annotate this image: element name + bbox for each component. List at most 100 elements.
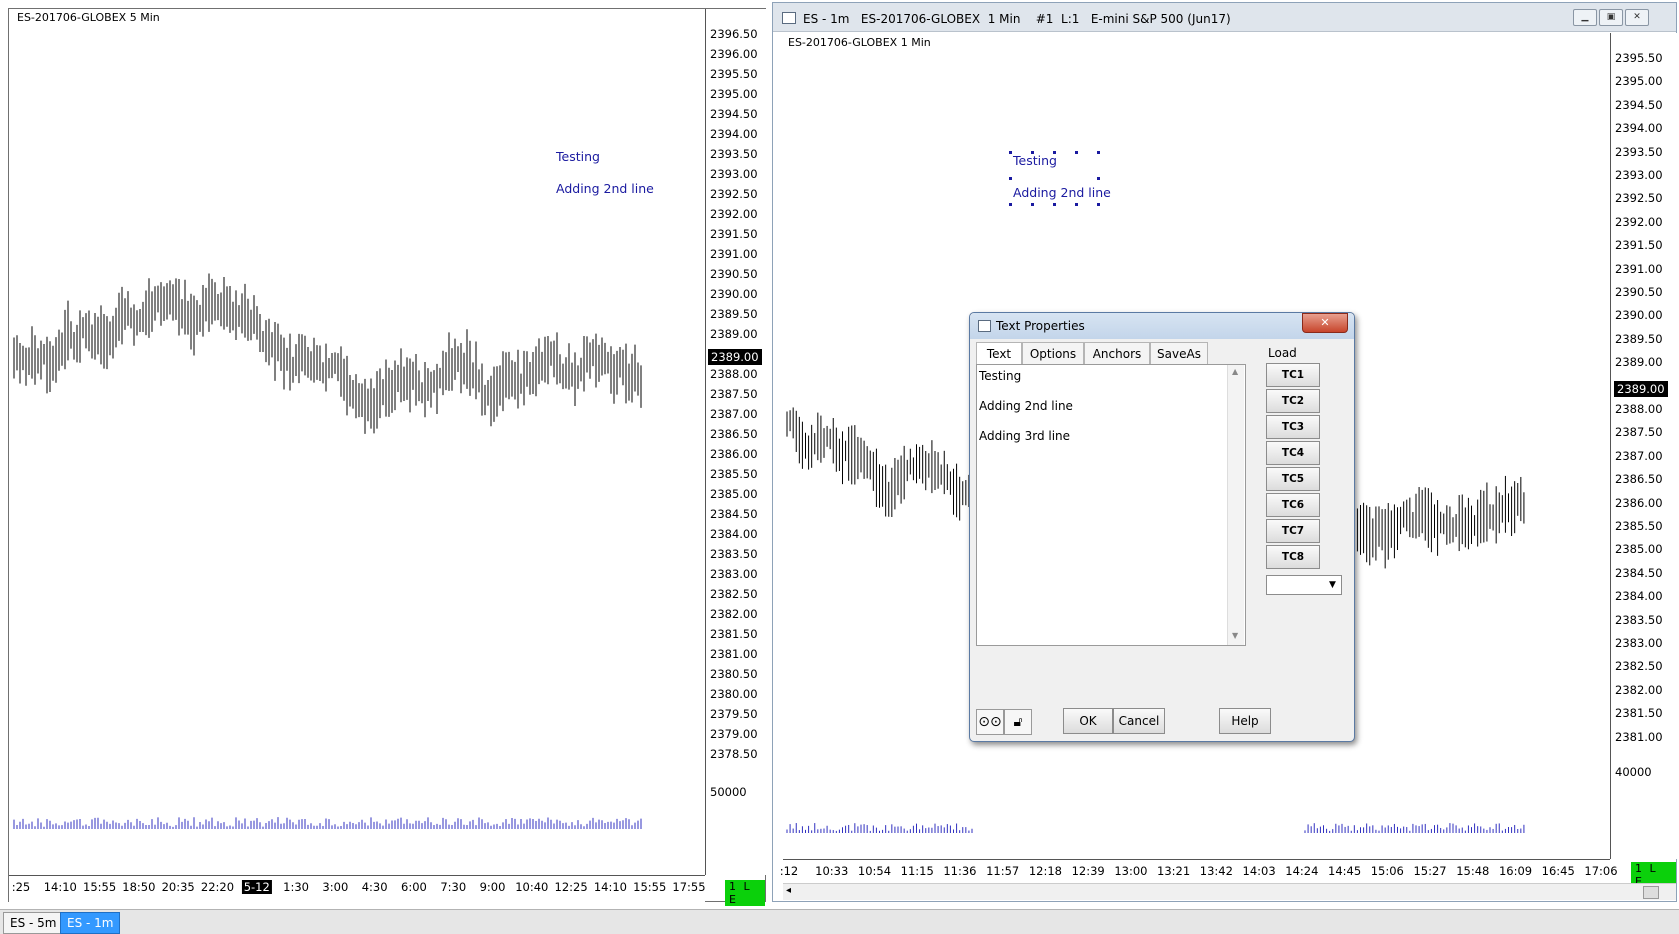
left-chart-title: ES-201706-GLOBEX 5 Min bbox=[17, 11, 160, 24]
cancel-button[interactable]: Cancel bbox=[1113, 708, 1165, 734]
tab-anchors[interactable]: Anchors bbox=[1084, 342, 1150, 366]
time-tick-label: 9:00 bbox=[479, 880, 506, 894]
left-text-line-1[interactable]: Testing bbox=[556, 149, 600, 164]
price-tick-label: 2383.50 bbox=[1615, 612, 1663, 627]
tc3-button[interactable]: TC3 bbox=[1266, 415, 1320, 439]
price-tick-label: 2393.00 bbox=[710, 167, 758, 181]
scroll-left-icon[interactable]: ◂ bbox=[786, 885, 791, 896]
price-tick-label: 2382.50 bbox=[1615, 659, 1663, 674]
time-tick-label: 13:00 bbox=[1114, 864, 1148, 878]
time-tick-label: 4:30 bbox=[361, 880, 388, 894]
price-tick-label: 2391.00 bbox=[1615, 261, 1663, 276]
price-tick-label: 2390.50 bbox=[710, 267, 758, 281]
dialog-close-icon[interactable]: ✕ bbox=[1302, 313, 1348, 333]
price-tick-label: 2385.00 bbox=[710, 487, 758, 501]
time-tick-label: 10:33 bbox=[815, 864, 849, 878]
price-tick-label: 2381.50 bbox=[1615, 706, 1663, 721]
help-button[interactable]: Help bbox=[1219, 708, 1271, 734]
price-tick-label: 2379.50 bbox=[710, 707, 758, 721]
time-tick-label: 6:00 bbox=[401, 880, 427, 894]
unlock-icon[interactable]: 🔓︎ bbox=[1004, 709, 1032, 735]
price-tick-label: 2393.50 bbox=[710, 147, 758, 161]
price-tick-label: 2378.50 bbox=[710, 747, 758, 761]
price-tick-label: 2384.00 bbox=[710, 527, 758, 541]
time-tick-label: 17:55 bbox=[672, 880, 706, 894]
text-selection-handles[interactable] bbox=[1007, 149, 1117, 209]
time-tick-label: 1:30 bbox=[283, 880, 309, 894]
selection-handle bbox=[1097, 203, 1100, 206]
left-price-axis[interactable]: 2396.50 2396.00 2395.50 2395.00 2394.50 2394.… bbox=[705, 9, 766, 875]
price-tick-label: 2384.00 bbox=[1615, 589, 1663, 604]
bottom-tab-bar: ES - 5m ES - 1m bbox=[0, 909, 1679, 934]
text-scrollbar[interactable]: ▲ ▼ bbox=[1227, 365, 1244, 645]
window-title: ES - 1m ES-201706-GLOBEX 1 Min #1 L:1 E-… bbox=[803, 12, 1231, 26]
price-tick-label: 2391.50 bbox=[1615, 238, 1663, 253]
tc1-button[interactable]: TC1 bbox=[1266, 363, 1320, 387]
tc7-button[interactable]: TC7 bbox=[1266, 519, 1320, 543]
right-time-axis[interactable]: :12 10:33 10:54 11:15 11:36 11:57 12:18 12:39 13… bbox=[780, 859, 1618, 884]
tab-es-5m[interactable]: ES - 5m bbox=[3, 912, 64, 934]
right-price-axis[interactable]: 2395.50 2395.00 2394.50 2394.00 2393.50 2393.… bbox=[1610, 33, 1677, 859]
price-tick-label: 2388.00 bbox=[710, 367, 758, 381]
price-tick-label: 2381.00 bbox=[1615, 729, 1663, 744]
tab-options[interactable]: Options bbox=[1022, 342, 1084, 366]
tc8-button[interactable]: TC8 bbox=[1266, 545, 1320, 569]
time-tick-label: 11:36 bbox=[943, 864, 977, 878]
time-tick-label: 14:45 bbox=[1328, 864, 1362, 878]
minimize-icon[interactable]: ▁ bbox=[1573, 9, 1597, 26]
time-tick-label: 7:30 bbox=[440, 880, 467, 894]
dialog-titlebar[interactable]: Text Properties ✕ bbox=[970, 313, 1354, 339]
price-tick-label: 2386.00 bbox=[1615, 495, 1663, 510]
tab-text[interactable]: Text bbox=[976, 342, 1022, 366]
tab-saveas[interactable]: SaveAs bbox=[1150, 342, 1208, 366]
price-tick-label: 2380.50 bbox=[710, 667, 758, 681]
tc5-button[interactable]: TC5 bbox=[1266, 467, 1320, 491]
scroll-up-icon[interactable]: ▲ bbox=[1232, 367, 1238, 376]
time-tick-label: 14:24 bbox=[1285, 864, 1319, 878]
time-tick-label: 15:06 bbox=[1370, 864, 1404, 878]
chevron-down-icon[interactable]: ▼ bbox=[1325, 577, 1340, 593]
scroll-down-icon[interactable]: ▼ bbox=[1232, 631, 1238, 640]
left-text-line-2[interactable]: Adding 2nd line bbox=[556, 181, 654, 196]
price-tick-label: 2396.00 bbox=[710, 47, 758, 61]
price-tick-label: 2387.50 bbox=[710, 387, 758, 401]
load-dropdown[interactable]: ▼ bbox=[1266, 575, 1342, 595]
selection-handle bbox=[1031, 203, 1034, 206]
price-tick-label: 2387.50 bbox=[1615, 425, 1663, 440]
tab-es-1m[interactable]: ES - 1m bbox=[60, 912, 121, 934]
left-price-bars[interactable] bbox=[10, 29, 710, 849]
time-tick-label: 12:18 bbox=[1028, 864, 1062, 878]
price-tick-label: 2391.00 bbox=[710, 247, 758, 261]
selection-handle bbox=[1097, 151, 1100, 154]
time-tick-label: 10:40 bbox=[515, 880, 549, 894]
left-status-badge: 1 L E bbox=[725, 880, 765, 906]
time-tick-label: 22:20 bbox=[200, 880, 235, 894]
tc6-button[interactable]: TC6 bbox=[1266, 493, 1320, 517]
left-chart-panel: ES-201706-GLOBEX 5 Min Testing Adding 2n… bbox=[8, 8, 766, 906]
price-tick-label: 2383.00 bbox=[1615, 636, 1663, 650]
restore-icon[interactable]: ▣ bbox=[1599, 9, 1623, 26]
price-tick-label: 2385.50 bbox=[1615, 519, 1663, 533]
time-tick-label: 17:06 bbox=[1584, 864, 1618, 878]
price-tick-label: 2395.50 bbox=[710, 67, 758, 81]
price-tick-label: 2389.00 bbox=[710, 327, 758, 341]
horizontal-scrollbar[interactable]: ◂ bbox=[783, 883, 1676, 900]
price-tick-label: 2392.50 bbox=[710, 187, 758, 201]
tc2-button[interactable]: TC2 bbox=[1266, 389, 1320, 413]
selection-handle bbox=[1009, 177, 1012, 180]
price-tick-label: 2394.00 bbox=[1615, 121, 1663, 136]
text-content-area[interactable]: Testing Adding 2nd line Adding 3rd line … bbox=[976, 364, 1246, 646]
left-time-axis[interactable]: :25 14:10 15:55 18:50 20:35 22:20 5-12 1:30 3:00… bbox=[9, 875, 706, 902]
time-tick-label: 14:03 bbox=[1242, 864, 1276, 878]
time-tick-label: 14:10 bbox=[43, 880, 77, 894]
load-label: Load bbox=[1268, 346, 1297, 360]
time-tick-label: 12:39 bbox=[1071, 864, 1105, 878]
ok-button[interactable]: OK bbox=[1063, 708, 1113, 734]
tc4-button[interactable]: TC4 bbox=[1266, 441, 1320, 465]
close-icon[interactable]: ✕ bbox=[1625, 9, 1649, 26]
scroll-thumb[interactable] bbox=[1643, 886, 1659, 899]
glasses-icon[interactable]: ⊙⊙ bbox=[976, 709, 1004, 735]
time-tick-label: 12:25 bbox=[554, 880, 588, 894]
right-window-titlebar[interactable]: ES - 1m ES-201706-GLOBEX 1 Min #1 L:1 E-… bbox=[773, 3, 1676, 32]
time-tick-label: 11:57 bbox=[986, 864, 1020, 878]
